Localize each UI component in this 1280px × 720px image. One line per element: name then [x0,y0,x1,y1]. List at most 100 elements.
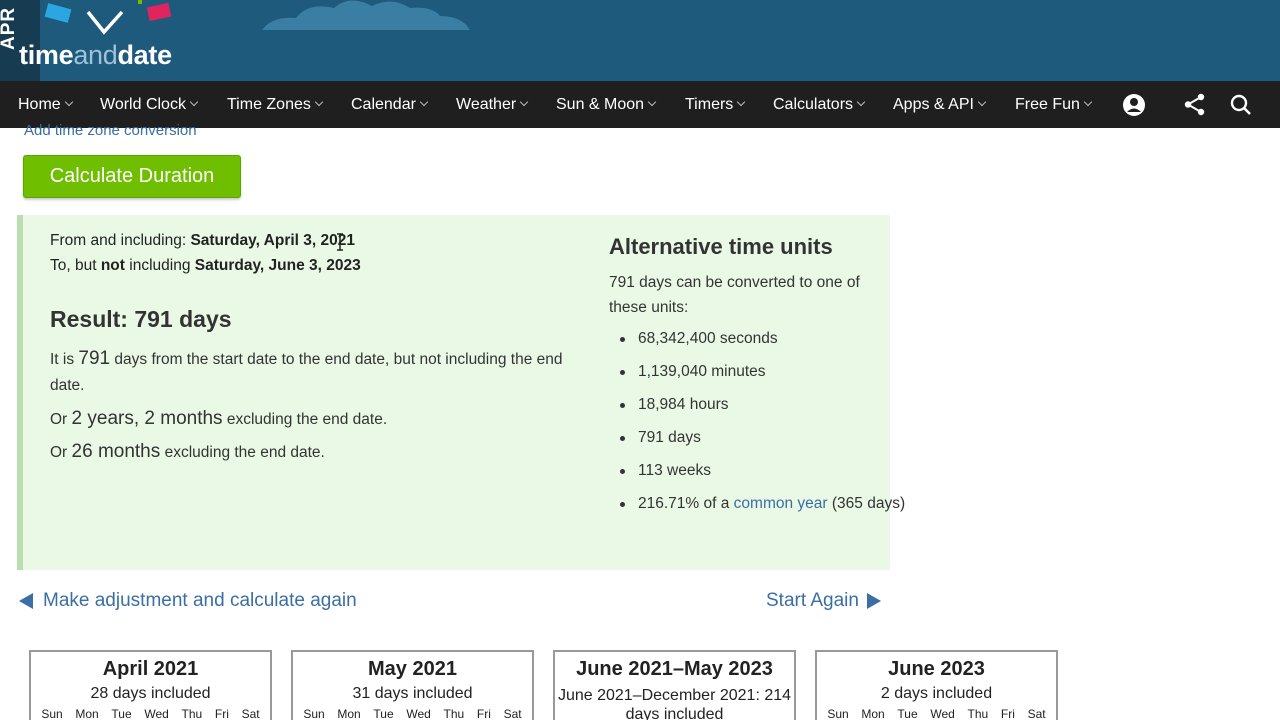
calendar-title: April 2021 [102,658,199,680]
p1-pre: It is [50,351,79,368]
nav-apps-api[interactable]: Apps & API [893,81,987,128]
nav-apps-api-label: Apps & API [893,96,974,113]
account-menu[interactable] [1122,81,1153,128]
p2-pre: Or [50,411,72,428]
to-line: To, but not including Saturday, June 3, … [50,257,361,275]
weekday-row: Sun Mon Tue Wed Thu Fri Sat [817,707,1056,720]
weekday-label: Fri [1000,707,1015,720]
nav-sun-moon[interactable]: Sun & Moon [556,81,657,128]
common-year-post: (365 days) [827,495,906,512]
logo-date: date [117,40,172,70]
add-time-zone-link[interactable]: Add time zone conversion [24,122,197,139]
nav-calendar[interactable]: Calendar [351,81,429,128]
weekday-label: Sun [827,707,849,720]
chevron-down-icon [189,97,199,107]
p3-pre: Or [50,444,72,461]
site-header: APR 2 timeanddate [0,0,1280,81]
site-logo[interactable]: timeanddate [19,40,172,71]
p3-post: excluding the end date. [160,444,325,461]
calendar-may-2021: May 2021 31 days included Sun Mon Tue Wed Th… [291,650,534,720]
account-icon [1123,93,1145,116]
from-date: Saturday, April 3, 2021 [190,232,355,249]
p1-num: 791 [78,348,111,369]
triangle-left-icon [19,593,33,609]
nav-time-zones[interactable]: Time Zones [227,81,324,128]
calendar-title: May 2021 [368,658,457,680]
nav-free-fun[interactable]: Free Fun [1015,81,1093,128]
chevron-down-icon [519,97,529,107]
calendar-subtitle: 31 days included [352,685,473,702]
common-year-link[interactable]: common year [734,495,828,512]
make-adjustment-label: Make adjustment and calculate again [43,590,357,611]
weekday-label: Sat [241,707,260,720]
list-item: 18,984 hours [609,393,905,426]
calendar-april-2021: April 2021 28 days included Sun Mon Tue Wed… [29,650,272,720]
nav-time-zones-label: Time Zones [227,96,311,113]
calendar-subtitle: June 2021–December 2021: 214 days includ… [557,687,792,720]
weekday-label: Thu [181,707,203,720]
p2-num: 2 years, 2 months [71,408,223,429]
p1-post: days from the start date to the end date… [50,351,563,394]
nav-calculators[interactable]: Calculators [773,81,866,128]
date-strip-text: APR 2 [0,0,19,50]
nav-home-label: Home [18,96,61,113]
result-title: Result: 791 days [50,306,232,332]
calendar-subtitle: 2 days included [880,685,993,702]
weekday-label: Mon [75,707,99,720]
nav-timers[interactable]: Timers [685,81,746,128]
weekday-label: Thu [967,707,989,720]
share-icon [1184,93,1205,116]
nav-world-clock-label: World Clock [100,96,186,113]
alt-units-list: 68,342,400 seconds 1,139,040 minutes 18,… [609,327,905,542]
result-paragraph-1: It is 791 days from the start date to th… [50,346,570,399]
calendar-title: June 2021–May 2023 [576,658,773,680]
list-item: 113 weeks [609,459,905,492]
nav-calculators-label: Calculators [773,96,854,113]
weekday-label: Tue [111,707,132,720]
calculate-duration-button[interactable]: Calculate Duration [23,155,241,198]
calendar-june-2023: June 2023 2 days included Sun Mon Tue Wed Th… [815,650,1058,720]
calendar-subtitle: 28 days included [90,685,211,702]
share-button[interactable] [1183,81,1206,128]
from-prefix: From and including: [50,232,191,249]
to-prefix: To, but [50,257,101,274]
logo-and: and [73,40,118,70]
weekday-label: Tue [373,707,394,720]
calendar-title: June 2023 [888,658,985,680]
search-button[interactable] [1230,81,1252,128]
logo-time: time [19,40,74,70]
from-line: From and including: Saturday, April 3, 2… [50,232,355,250]
chevron-down-icon [1083,97,1093,107]
to-mid: including [124,257,195,274]
nav-home[interactable]: Home [18,81,73,128]
weekday-label: Sun [303,707,325,720]
start-again-label: Start Again [766,590,859,611]
weekday-label: Thu [443,707,465,720]
weekday-label: Fri [476,707,491,720]
make-adjustment-link[interactable]: Make adjustment and calculate again [19,590,357,612]
nav-weather[interactable]: Weather [456,81,529,128]
logo-decoration-icon [44,0,172,35]
p3-num: 26 months [71,441,161,462]
to-not: not [100,257,125,274]
nav-world-clock[interactable]: World Clock [100,81,199,128]
weekday-label: Wed [930,707,955,720]
chevron-down-icon [856,97,866,107]
weekday-label: Wed [144,707,169,720]
chevron-down-icon [64,97,73,107]
calendar-june-2021-may-2023: June 2021–May 2023 June 2021–December 20… [553,650,796,720]
cloud-decoration-icon [262,0,470,30]
start-again-link[interactable]: Start Again [766,590,881,612]
text-cursor-icon [337,233,343,251]
nav-sun-moon-label: Sun & Moon [556,96,645,113]
chevron-down-icon [737,97,746,107]
weekday-label: Sat [503,707,522,720]
alt-units-desc: 791 days can be converted to one of thes… [609,274,860,316]
list-item: 791 days [609,426,905,459]
list-item: 68,342,400 seconds [609,327,905,360]
chevron-down-icon [977,97,987,107]
nav-calendar-label: Calendar [351,96,416,113]
weekday-label: Mon [861,707,885,720]
chevron-down-icon [419,97,429,107]
weekday-label: Sun [41,707,63,720]
